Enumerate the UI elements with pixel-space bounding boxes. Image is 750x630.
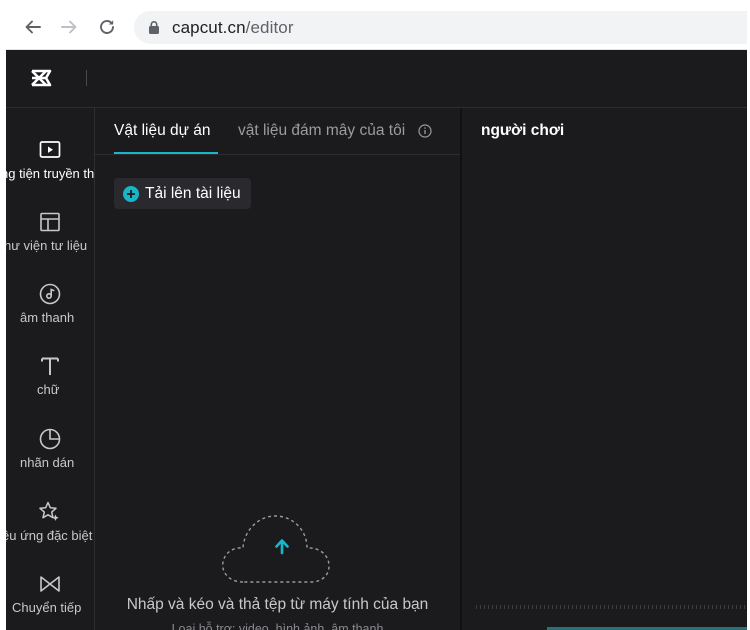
- rail-item-label: ệu ứng đặc biệt: [6, 528, 93, 543]
- sticker-icon: [39, 428, 61, 450]
- reload-button[interactable]: [94, 14, 120, 40]
- rail-item-label: nhãn dán: [20, 455, 75, 470]
- upload-materials-button[interactable]: Tải lên tài liệu: [114, 178, 251, 209]
- back-arrow-icon: [25, 20, 41, 34]
- url-path: /editor: [245, 18, 294, 37]
- effects-icon: [39, 501, 59, 521]
- rail-item-effects[interactable]: ệu ứng đặc biệt: [6, 500, 94, 566]
- capcut-logo-icon[interactable]: [28, 66, 56, 90]
- plus-circle-icon: [123, 185, 139, 202]
- app-header: [6, 50, 747, 108]
- forward-arrow-icon: [61, 20, 77, 34]
- player-timeline-ticks[interactable]: [476, 605, 747, 609]
- rail-item-label: chữ: [37, 382, 60, 397]
- drop-instructions: Nhấp và kéo và thả tệp từ máy tính của b…: [126, 596, 429, 613]
- rail-item-audio[interactable]: âm thanh: [6, 282, 94, 348]
- supported-types: Loại hỗ trợ: video, hình ảnh, âm thanh: [171, 622, 384, 630]
- screen: capcut.cn/editor ng tiện truyền thông hư…: [6, 6, 747, 630]
- reload-icon: [100, 20, 114, 34]
- file-drop-zone[interactable]: Nhấp và kéo và thả tệp từ máy tính của b…: [95, 508, 460, 630]
- player-panel: người chơi: [462, 108, 747, 630]
- rail-item-label: hư viện tư liệu: [6, 238, 88, 253]
- lock-icon: [149, 21, 159, 34]
- url-host: capcut.cn: [172, 18, 246, 37]
- rail-item-label: âm thanh: [20, 310, 75, 325]
- library-icon: [40, 212, 60, 232]
- rail-item-transition[interactable]: Chuyển tiếp: [6, 572, 94, 630]
- media-icon: [39, 141, 61, 158]
- address-bar[interactable]: capcut.cn/editor: [134, 11, 747, 44]
- info-icon[interactable]: [418, 124, 432, 138]
- rail-item-sticker[interactable]: nhãn dán: [6, 427, 94, 493]
- transition-icon: [40, 576, 60, 592]
- rail-item-label: Chuyển tiếp: [12, 600, 82, 615]
- rail-item-media[interactable]: ng tiện truyền thông: [6, 138, 94, 204]
- text-icon: [41, 357, 59, 375]
- rail-item-text[interactable]: chữ: [6, 354, 94, 420]
- player-title: người chơi: [481, 122, 565, 139]
- header-divider: [86, 70, 87, 86]
- audio-icon: [39, 283, 61, 305]
- rail-item-label: ng tiện truyền thông: [6, 166, 95, 181]
- tab-project-materials[interactable]: Vật liệu dự án: [114, 122, 211, 140]
- url-text: capcut.cn/editor: [172, 18, 294, 38]
- media-tabs: Vật liệu dự án vật liệu đám mây của tôi: [95, 108, 460, 155]
- forward-button[interactable]: [56, 14, 82, 40]
- left-sidebar: ng tiện truyền thông hư viện tư liệu âm …: [6, 108, 95, 630]
- tab-cloud-materials[interactable]: vật liệu đám mây của tôi: [238, 122, 405, 140]
- browser-toolbar: capcut.cn/editor: [6, 6, 747, 50]
- cloud-upload-icon: [222, 515, 330, 583]
- rail-item-library[interactable]: hư viện tư liệu: [6, 210, 94, 276]
- media-panel: Vật liệu dự án vật liệu đám mây của tôi …: [95, 108, 460, 630]
- back-button[interactable]: [20, 14, 46, 40]
- upload-button-label: Tải lên tài liệu: [145, 184, 241, 202]
- active-tab-indicator: [114, 152, 218, 154]
